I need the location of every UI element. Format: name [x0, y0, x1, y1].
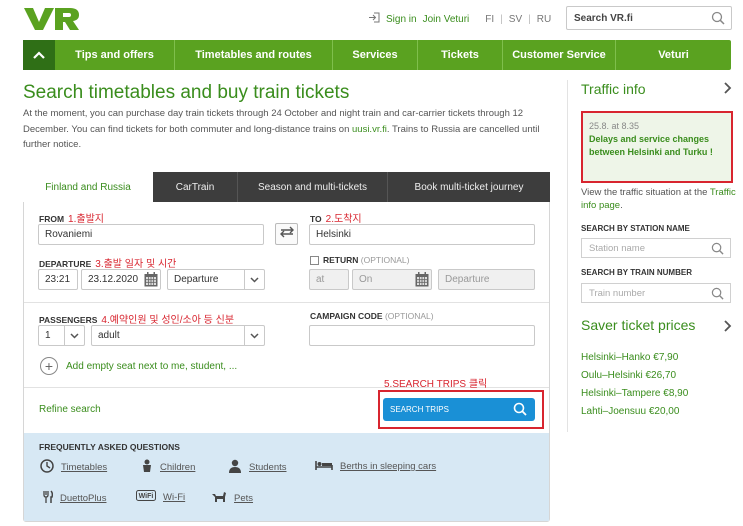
- lang-ru[interactable]: RU: [537, 14, 551, 25]
- child-icon: [141, 459, 153, 476]
- dog-icon: [211, 490, 227, 506]
- plus-icon: +: [40, 357, 58, 375]
- faq-link-children[interactable]: Children: [141, 459, 195, 476]
- chevron-right-icon[interactable]: [724, 81, 732, 97]
- student-icon: [228, 459, 242, 476]
- main-nav: Tips and offers Timetables and routes Se…: [23, 40, 731, 70]
- faq-link-pets[interactable]: Pets: [211, 490, 253, 506]
- column-divider: [567, 80, 568, 432]
- chevron-up-icon: [33, 46, 45, 64]
- campaign-code-input[interactable]: [309, 325, 535, 346]
- return-label: RETURN (OPTIONAL): [310, 255, 409, 266]
- return-time-input[interactable]: at: [309, 269, 349, 290]
- saver-item[interactable]: Oulu–Helsinki €26,70: [581, 370, 676, 381]
- nav-veturi[interactable]: Veturi: [615, 40, 731, 70]
- nav-tickets[interactable]: Tickets: [417, 40, 502, 70]
- tab-book-multi[interactable]: Book multi-ticket journey: [387, 172, 550, 202]
- saver-item[interactable]: Helsinki–Tampere €8,90: [581, 388, 688, 399]
- tab-cartrain[interactable]: CarTrain: [153, 172, 237, 202]
- sign-in-link[interactable]: Sign in: [386, 14, 417, 25]
- station-search-label: SEARCH BY STATION NAME: [581, 224, 690, 233]
- chevron-right-icon[interactable]: [724, 319, 732, 335]
- departure-label: DEPARTURE 3.출발 일자 및 시간: [39, 259, 177, 270]
- passenger-type-select[interactable]: adult: [91, 325, 265, 346]
- faq-link-berths[interactable]: Berths in sleeping cars: [315, 459, 436, 474]
- return-date-input[interactable]: On: [352, 269, 432, 290]
- search-icon[interactable]: [711, 11, 725, 28]
- refine-search-link[interactable]: Refine search: [39, 404, 101, 415]
- join-veturi-link[interactable]: Join Veturi: [423, 14, 470, 25]
- return-checkbox[interactable]: [310, 256, 319, 266]
- nav-timetables-routes[interactable]: Timetables and routes: [174, 40, 332, 70]
- chevron-down-icon: [244, 270, 264, 289]
- wifi-icon: WiFi: [136, 490, 156, 504]
- site-search-input[interactable]: Search VR.fi: [566, 6, 732, 30]
- traffic-info-title[interactable]: Traffic info: [581, 81, 646, 97]
- ticket-tabs: Finland and Russia CarTrain Season and m…: [23, 172, 550, 202]
- traffic-view-text: View the traffic situation at the Traffi…: [581, 187, 736, 211]
- intro-text: At the moment, you can purchase day trai…: [23, 108, 540, 150]
- search-icon[interactable]: [711, 287, 724, 303]
- faq-title: FREQUENTLY ASKED QUESTIONS: [39, 442, 180, 452]
- faq-link-students[interactable]: Students: [228, 459, 287, 476]
- to-label: TO 2.도착지: [310, 214, 362, 225]
- faq-link-duettoplus[interactable]: DuettoPlus: [43, 490, 106, 507]
- page-title: Search timetables and buy train tickets: [23, 82, 350, 103]
- from-input[interactable]: Rovaniemi: [38, 224, 264, 245]
- calendar-icon[interactable]: [415, 272, 429, 290]
- add-seat-button[interactable]: + Add empty seat next to me, student, ..…: [40, 357, 237, 375]
- train-number-input[interactable]: Train number: [581, 283, 731, 303]
- station-name-input[interactable]: Station name: [581, 238, 731, 258]
- divider: [24, 302, 549, 303]
- chevron-down-icon: [244, 326, 264, 345]
- svg-text:WiFi: WiFi: [139, 493, 154, 500]
- campaign-label: CAMPAIGN CODE (OPTIONAL): [310, 311, 434, 321]
- search-icon[interactable]: [711, 242, 724, 258]
- tab-finland-russia[interactable]: Finland and Russia: [23, 172, 153, 202]
- faq-link-timetables[interactable]: Timetables: [40, 459, 107, 476]
- search-icon: [513, 402, 527, 418]
- to-input[interactable]: Helsinki: [309, 224, 535, 245]
- vr-logo[interactable]: [24, 7, 80, 31]
- cutlery-icon: [43, 490, 54, 507]
- tab-season-multi[interactable]: Season and multi-tickets: [237, 172, 387, 202]
- search-trips-button[interactable]: SEARCH TRIPS: [383, 398, 535, 421]
- alert-date: 25.8. at 8.35: [589, 121, 640, 131]
- faq-link-wifi[interactable]: WiFi Wi-Fi: [136, 490, 185, 504]
- return-type-select[interactable]: Departure: [438, 269, 535, 290]
- departure-time-input[interactable]: 23:21: [38, 269, 78, 290]
- bed-icon: [315, 459, 333, 474]
- nav-services[interactable]: Services: [332, 40, 417, 70]
- swap-button[interactable]: [275, 223, 298, 245]
- passengers-label: PASSENGERS 4.예약인원 및 성인/소아 등 신분: [39, 315, 235, 326]
- top-links: Sign in Join Veturi FI | SV | RU: [368, 12, 551, 26]
- alert-text: Delays and service changes between Helsi…: [589, 134, 713, 157]
- uusi-vr-link[interactable]: uusi.vr.fi: [352, 124, 387, 135]
- sign-in-icon: [368, 12, 380, 26]
- saver-prices-title[interactable]: Saver ticket prices: [581, 317, 695, 333]
- clock-icon: [40, 459, 54, 476]
- search-annotation: 5.SEARCH TRIPS 클릭: [384, 379, 488, 390]
- departure-date-input[interactable]: 23.12.2020: [81, 269, 161, 290]
- lang-sv[interactable]: SV: [509, 14, 522, 25]
- departure-type-select[interactable]: Departure: [167, 269, 265, 290]
- swap-arrows-icon: [279, 225, 295, 243]
- nav-tips-offers[interactable]: Tips and offers: [55, 40, 174, 70]
- traffic-alert[interactable]: 25.8. at 8.35 Delays and service changes…: [581, 111, 733, 183]
- saver-item[interactable]: Lahti–Joensuu €20,00: [581, 406, 679, 417]
- saver-item[interactable]: Helsinki–Hanko €7,90: [581, 352, 678, 363]
- calendar-icon[interactable]: [144, 272, 158, 290]
- train-search-label: SEARCH BY TRAIN NUMBER: [581, 268, 692, 277]
- lang-fi[interactable]: FI: [485, 14, 494, 25]
- from-label: FROM 1.출발지: [39, 214, 104, 225]
- chevron-down-icon: [64, 326, 84, 345]
- home-button[interactable]: [23, 40, 55, 70]
- passenger-count-select[interactable]: 1: [38, 325, 85, 346]
- nav-customer-service[interactable]: Customer Service: [502, 40, 615, 70]
